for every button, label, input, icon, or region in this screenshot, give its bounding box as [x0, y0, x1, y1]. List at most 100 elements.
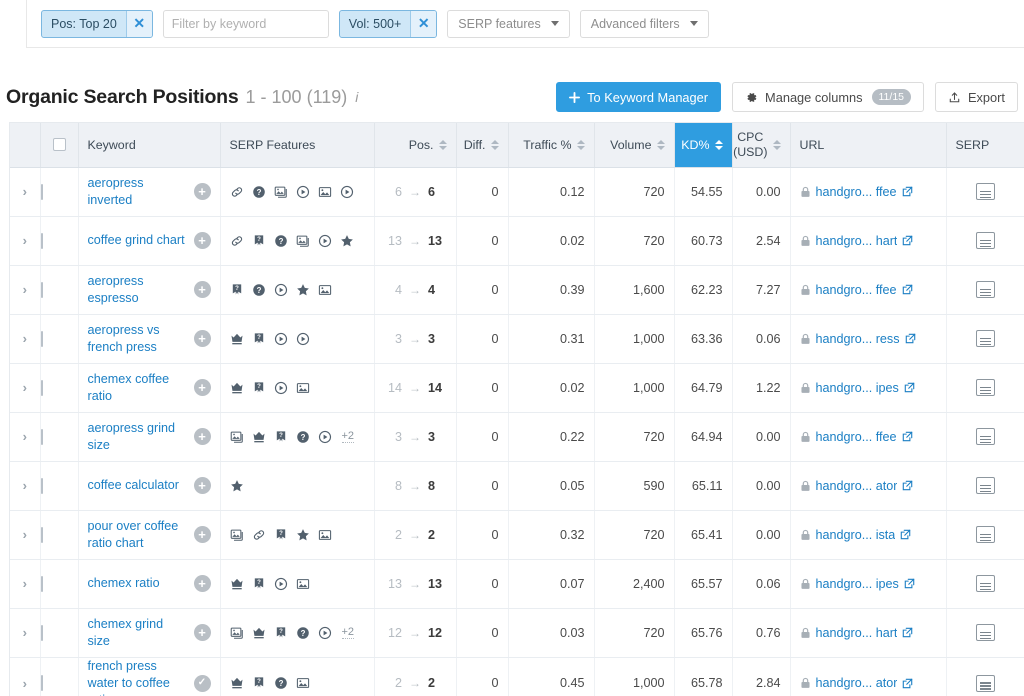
- column-header-traffic[interactable]: Traffic %: [508, 123, 595, 168]
- sort-arrows-icon[interactable]: [714, 139, 723, 150]
- keyword-link[interactable]: french press water to coffee ratio: [88, 658, 188, 696]
- row-checkbox[interactable]: [40, 183, 43, 200]
- external-link-icon[interactable]: [902, 431, 913, 442]
- external-link-icon[interactable]: [902, 678, 913, 689]
- table-row[interactable]: › french press water to coffee ratio ✓?? 2 →…: [10, 657, 1024, 696]
- plus-circle-icon[interactable]: +: [193, 477, 211, 494]
- row-checkbox[interactable]: [40, 281, 43, 298]
- serp-preview-cell[interactable]: [946, 559, 1024, 609]
- external-link-icon[interactable]: [902, 480, 913, 491]
- row-checkbox-cell[interactable]: [40, 314, 79, 364]
- serp-feature-video-icon[interactable]: [318, 626, 332, 640]
- serp-feature-video-icon[interactable]: [296, 185, 310, 199]
- row-expand-toggle[interactable]: ›: [10, 559, 41, 609]
- row-checkbox-cell[interactable]: [40, 265, 79, 315]
- row-expand-toggle[interactable]: ›: [10, 608, 41, 658]
- serp-preview-cell[interactable]: [946, 657, 1024, 696]
- external-link-icon[interactable]: [902, 186, 913, 197]
- plus-circle-icon[interactable]: +: [193, 624, 211, 641]
- serp-preview-icon[interactable]: [976, 281, 996, 298]
- row-checkbox-cell[interactable]: [40, 461, 79, 511]
- sort-arrows-icon[interactable]: [576, 139, 585, 150]
- row-expand-toggle[interactable]: ›: [10, 167, 41, 217]
- row-checkbox-cell[interactable]: [40, 167, 79, 217]
- to-keyword-manager-button[interactable]: To Keyword Manager: [556, 82, 722, 112]
- row-checkbox[interactable]: [40, 526, 43, 543]
- serp-feature-top-stories-icon[interactable]: [230, 332, 244, 346]
- chevron-right-icon[interactable]: ›: [10, 478, 40, 493]
- sort-arrows-icon[interactable]: [772, 139, 781, 150]
- serp-preview-cell[interactable]: [946, 461, 1024, 511]
- keyword-link[interactable]: coffee calculator: [88, 477, 179, 494]
- serp-feature-video-icon[interactable]: [274, 577, 288, 591]
- serp-preview-cell[interactable]: [946, 265, 1024, 315]
- external-link-icon[interactable]: [902, 284, 913, 295]
- serp-feature-featured-snippet-icon[interactable]: ?: [252, 234, 266, 248]
- serp-feature-image-icon[interactable]: [318, 528, 332, 542]
- serp-feature-video-icon[interactable]: [274, 332, 288, 346]
- row-checkbox[interactable]: [40, 232, 43, 249]
- row-checkbox-cell[interactable]: [40, 510, 79, 560]
- row-checkbox[interactable]: [40, 428, 43, 445]
- serp-feature-image-icon[interactable]: [318, 283, 332, 297]
- plus-circle-icon[interactable]: +: [193, 379, 211, 396]
- table-row[interactable]: › chemex coffee ratio +? 14 → 14 0 0.02 1,000 64.…: [10, 363, 1024, 413]
- serp-features-dropdown[interactable]: SERP features: [447, 9, 570, 38]
- serp-preview-cell[interactable]: [946, 314, 1024, 364]
- serp-feature-video-icon[interactable]: [274, 381, 288, 395]
- plus-circle-icon[interactable]: +: [193, 526, 211, 543]
- serp-feature-featured-snippet-icon[interactable]: ?: [252, 676, 266, 690]
- keyword-link[interactable]: aeropress grind size: [88, 420, 188, 454]
- serp-preview-icon[interactable]: [976, 575, 996, 592]
- serp-feature-image-pack-icon[interactable]: [274, 185, 288, 199]
- url-link[interactable]: handgro... ffee: [816, 185, 897, 199]
- row-checkbox[interactable]: [40, 379, 43, 396]
- keyword-link[interactable]: aeropress vs french press: [88, 322, 188, 356]
- row-expand-toggle[interactable]: ›: [10, 363, 41, 413]
- chevron-right-icon[interactable]: ›: [10, 527, 40, 542]
- check-circle-icon[interactable]: ✓: [193, 674, 211, 692]
- serp-feature-image-pack-icon[interactable]: [296, 234, 310, 248]
- row-checkbox-cell[interactable]: [40, 608, 79, 658]
- url-link[interactable]: handgro... ator: [816, 479, 898, 493]
- serp-feature-image-icon[interactable]: [296, 577, 310, 591]
- serp-feature-faq-icon[interactable]: ?: [296, 430, 310, 444]
- chevron-right-icon[interactable]: ›: [10, 184, 40, 199]
- url-link[interactable]: handgro... ipes: [816, 577, 899, 591]
- serp-preview-cell[interactable]: [946, 510, 1024, 560]
- plus-circle-icon[interactable]: +: [193, 183, 211, 200]
- table-row[interactable]: › pour over coffee ratio chart +? 2 → 2 0 0.32 7…: [10, 510, 1024, 560]
- serp-feature-featured-snippet-icon[interactable]: ?: [274, 528, 288, 542]
- table-row[interactable]: › aeropress grind size +?? +2 3 → 3 0 0.22 720 64.…: [10, 412, 1024, 462]
- serp-feature-video-icon[interactable]: [274, 283, 288, 297]
- keyword-link[interactable]: aeropress inverted: [88, 175, 188, 209]
- organic-positions-table-container[interactable]: Keyword SERP Features Pos. Diff. Traffic % Vo…: [9, 122, 1024, 696]
- serp-feature-faq-icon[interactable]: ?: [296, 626, 310, 640]
- url-link[interactable]: handgro... ipes: [816, 381, 899, 395]
- sort-arrows-icon[interactable]: [656, 139, 665, 150]
- row-expand-toggle[interactable]: ›: [10, 314, 41, 364]
- external-link-icon[interactable]: [900, 529, 911, 540]
- row-checkbox-cell[interactable]: [40, 363, 79, 413]
- plus-circle-icon[interactable]: +: [193, 428, 211, 445]
- serp-preview-icon[interactable]: [976, 428, 996, 445]
- table-row[interactable]: › aeropress inverted +? 6 → 6 0 0.12 720 54.55 0.0…: [10, 167, 1024, 217]
- url-link[interactable]: handgro... ress: [816, 332, 900, 346]
- advanced-filters-dropdown[interactable]: Advanced filters: [579, 9, 709, 38]
- row-checkbox[interactable]: [40, 477, 43, 494]
- chevron-right-icon[interactable]: ›: [10, 676, 40, 691]
- serp-feature-reviews-icon[interactable]: [230, 479, 244, 493]
- serp-feature-image-pack-icon[interactable]: [230, 626, 244, 640]
- filter-chip-position[interactable]: Pos: Top 20 ✕: [41, 9, 153, 38]
- serp-preview-icon[interactable]: [976, 330, 996, 347]
- url-link[interactable]: handgro... ista: [816, 528, 896, 542]
- row-checkbox[interactable]: [40, 330, 43, 347]
- serp-feature-image-icon[interactable]: [296, 381, 310, 395]
- serp-feature-featured-snippet-icon[interactable]: ?: [252, 381, 266, 395]
- column-header-kd[interactable]: KD%: [674, 123, 733, 168]
- row-expand-toggle[interactable]: ›: [10, 657, 41, 696]
- serp-feature-top-stories-icon[interactable]: [230, 676, 244, 690]
- serp-preview-cell[interactable]: [946, 167, 1024, 217]
- column-header-diff[interactable]: Diff.: [456, 123, 509, 168]
- row-checkbox[interactable]: [40, 675, 43, 691]
